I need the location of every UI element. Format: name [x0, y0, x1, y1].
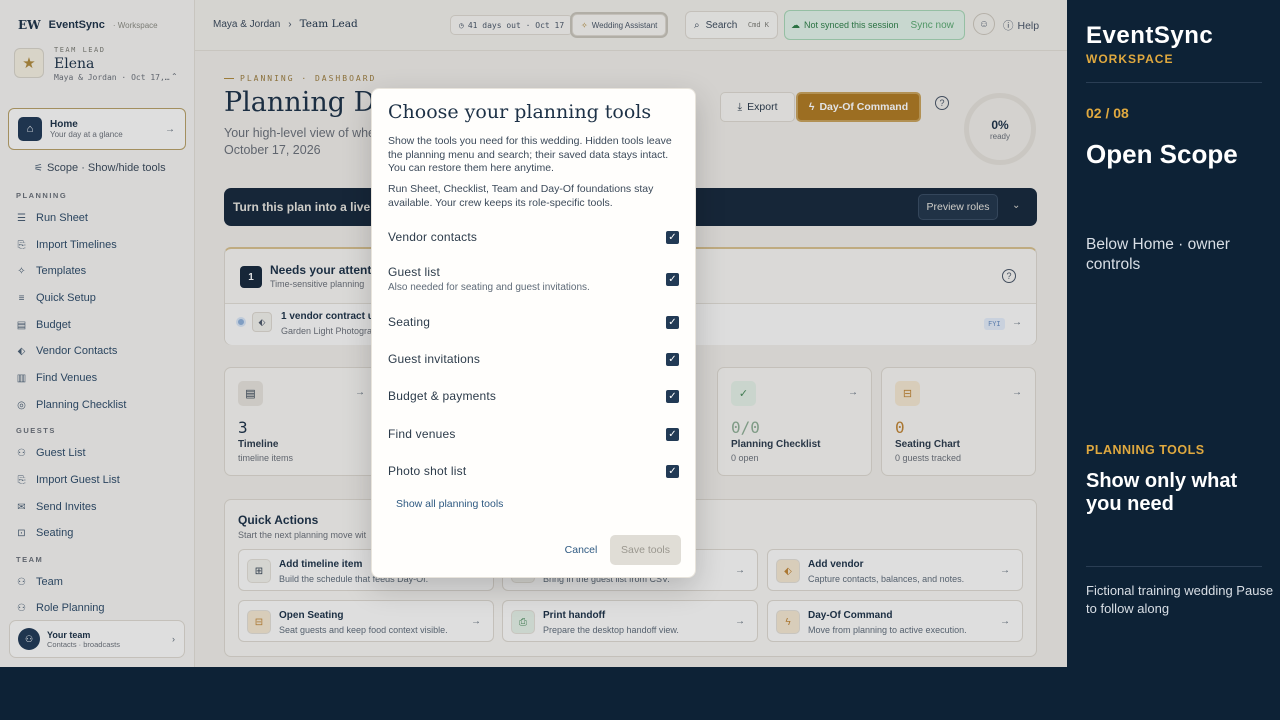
tool-option-photo-shot-list[interactable]: Photo shot list ✓	[388, 464, 680, 478]
tool-option-label: Guest list	[388, 265, 441, 279]
modal-title: Choose your planning tools	[388, 101, 652, 123]
tutorial-footer: Fictional training wedding Pause to foll…	[1086, 583, 1274, 616]
tool-checkbox[interactable]: ✓	[666, 231, 679, 244]
modal-description: Show the tools you need for this wedding…	[388, 135, 672, 174]
tutorial-brand: EventSync	[1086, 22, 1214, 49]
tool-option-guest-list[interactable]: Guest list Also needed for seating and g…	[388, 265, 680, 293]
tool-checkbox[interactable]: ✓	[666, 273, 679, 286]
bottom-bar	[0, 667, 1280, 720]
tool-option-find-venues[interactable]: Find venues ✓	[388, 427, 680, 441]
app-window: EW EventSync · Workspace ★ TEAM LEAD Ele…	[0, 0, 1067, 667]
tool-checkbox[interactable]: ✓	[666, 316, 679, 329]
tool-option-label: Photo shot list	[388, 464, 467, 478]
divider	[1086, 82, 1262, 83]
divider	[1086, 566, 1262, 567]
cancel-button[interactable]: Cancel	[556, 537, 606, 563]
tutorial-panel: EventSync WORKSPACE 02 / 08 Open Scope B…	[1067, 0, 1280, 667]
tool-checkbox[interactable]: ✓	[666, 428, 679, 441]
tutorial-tools-heading: Show only what you need	[1086, 470, 1238, 515]
tool-option-budget-payments[interactable]: Budget & payments ✓	[388, 389, 680, 403]
tool-checkbox[interactable]: ✓	[666, 390, 679, 403]
tutorial-tools-label: PLANNING TOOLS	[1086, 443, 1205, 457]
tool-option-guest-invitations[interactable]: Guest invitations ✓	[388, 352, 680, 366]
tutorial-step: 02 / 08	[1086, 105, 1129, 121]
tool-option-label: Vendor contacts	[388, 230, 478, 244]
tutorial-workspace: WORKSPACE	[1086, 52, 1174, 66]
tool-option-label: Budget & payments	[388, 389, 497, 403]
tool-option-label: Seating	[388, 315, 431, 329]
tool-checkbox[interactable]: ✓	[666, 465, 679, 478]
tool-option-label: Guest invitations	[388, 352, 481, 366]
tutorial-description: Below Home · owner controls	[1086, 236, 1230, 273]
modal-description-2: Run Sheet, Checklist, Team and Day-Of fo…	[388, 183, 654, 209]
planning-tools-modal: Choose your planning tools Show the tool…	[371, 88, 696, 578]
tool-checkbox[interactable]: ✓	[666, 353, 679, 366]
save-tools-button[interactable]: Save tools	[610, 535, 681, 565]
tool-option-vendor-contacts[interactable]: Vendor contacts ✓	[388, 230, 680, 244]
show-all-tools-link[interactable]: Show all planning tools	[396, 498, 503, 510]
tool-option-sub: Also needed for seating and guest invita…	[388, 282, 590, 293]
tool-option-label: Find venues	[388, 427, 456, 441]
tool-option-seating[interactable]: Seating ✓	[388, 315, 680, 329]
tutorial-heading: Open Scope	[1086, 139, 1238, 169]
